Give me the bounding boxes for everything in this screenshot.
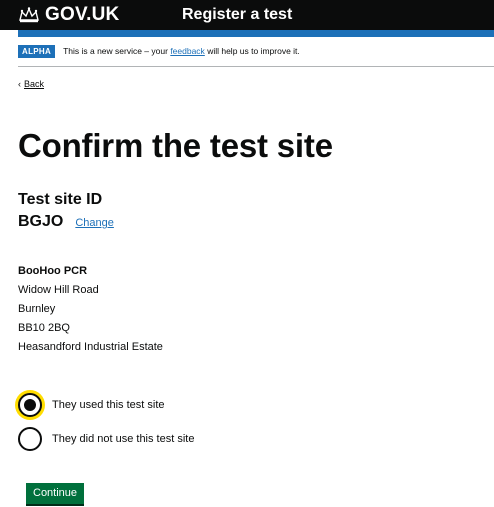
back-link[interactable]: ‹ Back: [18, 79, 44, 89]
test-site-id-value: BGJO: [18, 213, 64, 230]
phase-banner: ALPHA This is a new service – your feedb…: [18, 45, 494, 67]
radio-not-used-site[interactable]: They did not use this test site: [18, 427, 194, 451]
radio-unchecked-icon[interactable]: [18, 427, 42, 451]
address-line: Burnley: [18, 303, 56, 315]
radio-checked-icon[interactable]: [18, 393, 42, 417]
radio-used-site-label[interactable]: They used this test site: [52, 399, 165, 411]
phase-banner-text: This is a new service – your feedback wi…: [63, 45, 300, 58]
radio-not-used-site-label[interactable]: They did not use this test site: [52, 433, 194, 445]
site-name: BooHoo PCR: [18, 265, 88, 277]
site-header: GOV.UK Register a test: [0, 0, 494, 30]
test-site-id-heading: Test site ID: [18, 191, 103, 208]
service-name-link[interactable]: Register a test: [182, 3, 292, 27]
govuk-logo-link[interactable]: GOV.UK: [18, 3, 119, 27]
chevron-left-icon: ‹: [18, 79, 21, 89]
page-title: Confirm the test site: [18, 127, 333, 164]
continue-button[interactable]: Continue: [26, 483, 85, 504]
test-site-id-row: BGJO Change: [18, 213, 114, 231]
back-link-label: Back: [24, 79, 45, 89]
address-line: Heasandford Industrial Estate: [18, 341, 163, 353]
crown-icon: [19, 7, 39, 23]
header-blue-bar: [18, 30, 494, 37]
change-link[interactable]: Change: [75, 217, 114, 229]
alpha-tag: ALPHA: [18, 45, 56, 58]
address-line: Widow Hill Road: [18, 284, 99, 296]
radio-used-site[interactable]: They used this test site: [18, 393, 165, 417]
feedback-link[interactable]: feedback: [170, 46, 205, 56]
address-line: BB10 2BQ: [18, 322, 70, 334]
test-site-address: BooHoo PCR Widow Hill Road Burnley BB10 …: [18, 262, 163, 357]
phase-text-before: This is a new service – your: [63, 46, 168, 56]
govuk-logo-text: GOV.UK: [45, 4, 120, 25]
phase-text-after: will help us to improve it.: [207, 46, 300, 56]
